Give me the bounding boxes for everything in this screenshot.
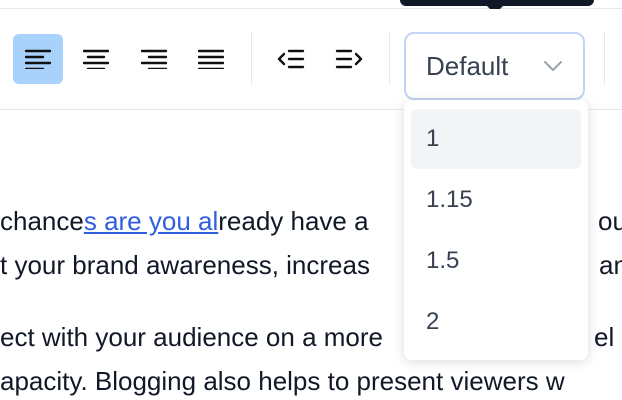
- indent-button[interactable]: [324, 34, 374, 84]
- chevron-down-icon: [544, 61, 562, 71]
- document-line: apacity. Blogging also helps to present …: [0, 366, 565, 396]
- line-height-option[interactable]: 1: [411, 109, 581, 169]
- document-line: chances are you already have a: [0, 206, 369, 237]
- document-line-fragment: el a: [594, 322, 622, 352]
- document-line-fragment: an: [599, 250, 622, 280]
- align-center-button[interactable]: [71, 34, 121, 84]
- option-label: 1.5: [426, 247, 460, 274]
- align-left-button[interactable]: [13, 34, 63, 84]
- align-left-icon: [25, 49, 51, 69]
- toolbar-divider: [389, 33, 390, 85]
- indent-icon: [335, 49, 363, 69]
- line-height-value: Default: [426, 50, 509, 81]
- option-label: 1: [426, 125, 440, 152]
- line-height-option[interactable]: 1.15: [411, 170, 581, 230]
- text-span: ready have a: [218, 206, 369, 236]
- line-height-option[interactable]: 2: [411, 292, 581, 352]
- align-center-icon: [83, 49, 109, 69]
- align-justify-icon: [198, 49, 224, 69]
- toolbar-divider: [251, 33, 252, 85]
- document-line-fragment: ou c: [598, 206, 622, 236]
- document-link[interactable]: s are you al: [84, 206, 218, 236]
- toolbar-divider: [604, 33, 605, 85]
- document-line: ect with your audience on a more: [0, 322, 383, 352]
- option-label: 1.15: [426, 186, 473, 213]
- align-right-icon: [141, 49, 167, 69]
- align-justify-button[interactable]: [186, 34, 236, 84]
- line-height-option[interactable]: 1.5: [411, 231, 581, 291]
- text-span: chance: [0, 206, 84, 236]
- line-height-select[interactable]: Default: [404, 32, 585, 100]
- editor-toolbar: Default: [0, 9, 622, 110]
- line-height-dropdown: 1 1.15 1.5 2: [404, 100, 588, 360]
- document-line: t your brand awareness, increas: [0, 250, 370, 280]
- outdent-button[interactable]: [266, 34, 316, 84]
- option-label: 2: [426, 308, 440, 335]
- align-right-button[interactable]: [129, 34, 179, 84]
- outdent-icon: [277, 49, 305, 69]
